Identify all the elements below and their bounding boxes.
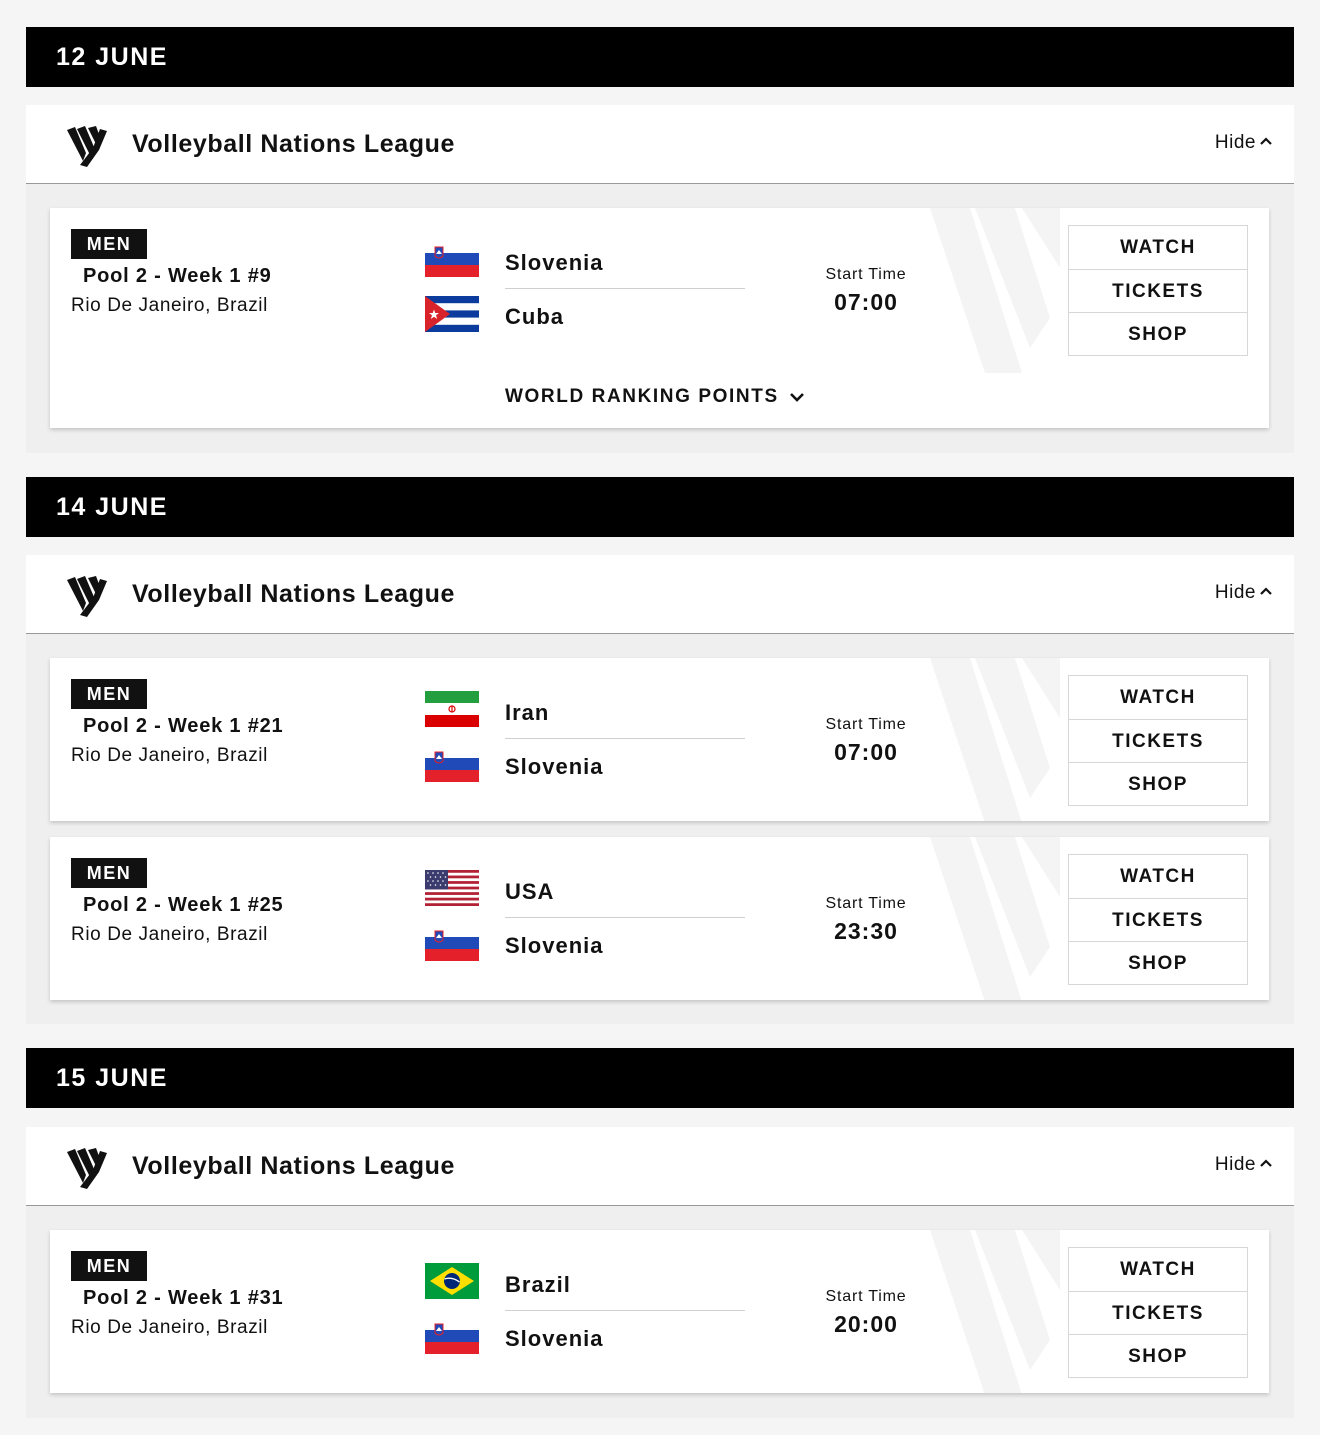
shop-button[interactable]: SHOP xyxy=(1069,762,1247,805)
match-venue: Rio De Janeiro, Brazil xyxy=(71,1317,268,1338)
iran-flag-icon xyxy=(425,691,479,727)
home-team-name: Slovenia xyxy=(505,250,604,275)
chevron-up-icon xyxy=(1260,137,1272,145)
vnl-watermark-icon xyxy=(930,837,1060,1000)
vnl-watermark-icon xyxy=(930,208,1060,373)
watch-button[interactable]: WATCH xyxy=(1069,676,1247,719)
chevron-up-icon xyxy=(1260,587,1272,595)
team-divider xyxy=(505,1310,745,1311)
away-team-name: Slovenia xyxy=(505,754,604,779)
day-header: 12 JUNE xyxy=(26,27,1294,87)
hide-button[interactable]: Hide xyxy=(1215,105,1272,181)
gender-badge: MEN xyxy=(71,679,147,709)
team-divider xyxy=(505,288,745,289)
start-time-label: Start Time xyxy=(825,716,907,733)
vnl-logo-icon xyxy=(67,126,107,167)
slovenia-flag-icon xyxy=(425,1318,479,1354)
competition-title: Volleyball Nations League xyxy=(132,130,455,158)
competition-title: Volleyball Nations League xyxy=(132,1152,455,1180)
watch-button[interactable]: WATCH xyxy=(1069,1248,1247,1291)
match-actions: WATCH TICKETS SHOP xyxy=(1068,675,1248,806)
match-pool: Pool 2 - Week 1 #21 xyxy=(83,715,284,737)
gender-badge: MEN xyxy=(71,858,147,888)
home-team-name: USA xyxy=(505,879,555,904)
vnl-watermark-icon xyxy=(930,1230,1060,1393)
home-team-name: Brazil xyxy=(505,1272,571,1297)
start-time-value: 07:00 xyxy=(834,739,898,765)
start-time-label: Start Time xyxy=(825,1288,907,1305)
tickets-button[interactable]: TICKETS xyxy=(1069,1291,1247,1334)
start-time-value: 20:00 xyxy=(834,1311,898,1337)
team-divider xyxy=(505,917,745,918)
competition-header: Volleyball Nations League Hide xyxy=(26,555,1294,634)
hide-label: Hide xyxy=(1214,1154,1256,1175)
vnl-logo-icon xyxy=(67,1148,107,1189)
watch-button[interactable]: WATCH xyxy=(1069,226,1247,269)
competition-header: Volleyball Nations League Hide xyxy=(26,105,1294,184)
match-venue: Rio De Janeiro, Brazil xyxy=(71,924,268,945)
world-ranking-points-toggle[interactable]: WORLD RANKING POINTS xyxy=(505,386,805,408)
tickets-button[interactable]: TICKETS xyxy=(1069,898,1247,941)
chevron-down-icon xyxy=(789,393,804,402)
match-card: MEN Pool 2 - Week 1 #25 Rio De Janeiro, … xyxy=(50,837,1269,1000)
shop-button[interactable]: SHOP xyxy=(1069,941,1247,984)
slovenia-flag-icon xyxy=(425,925,479,961)
away-team-name: Slovenia xyxy=(505,933,604,958)
match-venue: Rio De Janeiro, Brazil xyxy=(71,295,268,316)
slovenia-flag-icon xyxy=(425,241,479,277)
usa-flag-icon xyxy=(425,870,479,906)
team-divider xyxy=(505,738,745,739)
day-header: 14 JUNE xyxy=(26,477,1294,537)
watch-button[interactable]: WATCH xyxy=(1069,855,1247,898)
away-team-name: Slovenia xyxy=(505,1326,604,1351)
start-time-label: Start Time xyxy=(825,266,907,283)
vnl-logo-icon xyxy=(67,576,107,617)
start-time-label: Start Time xyxy=(825,895,907,912)
hide-label: Hide xyxy=(1214,132,1256,153)
away-team-name: Cuba xyxy=(505,304,564,329)
competition-title: Volleyball Nations League xyxy=(132,580,455,608)
start-time-value: 23:30 xyxy=(834,918,898,944)
competition-panel: Volleyball Nations League Hide MEN Pool … xyxy=(26,1127,1294,1418)
gender-badge: MEN xyxy=(71,1251,147,1281)
match-pool: Pool 2 - Week 1 #31 xyxy=(83,1287,284,1309)
match-pool: Pool 2 - Week 1 #9 xyxy=(83,265,272,287)
day-header: 15 JUNE xyxy=(26,1048,1294,1108)
match-card: MEN Pool 2 - Week 1 #21 Rio De Janeiro, … xyxy=(50,658,1269,821)
shop-button[interactable]: SHOP xyxy=(1069,312,1247,355)
slovenia-flag-icon xyxy=(425,746,479,782)
start-time-value: 07:00 xyxy=(834,289,898,315)
match-actions: WATCH TICKETS SHOP xyxy=(1068,1247,1248,1378)
match-actions: WATCH TICKETS SHOP xyxy=(1068,225,1248,356)
competition-header: Volleyball Nations League Hide xyxy=(26,1127,1294,1206)
shop-button[interactable]: SHOP xyxy=(1069,1334,1247,1377)
match-pool: Pool 2 - Week 1 #25 xyxy=(83,894,284,916)
tickets-button[interactable]: TICKETS xyxy=(1069,269,1247,312)
cuba-flag-icon xyxy=(425,296,479,332)
hide-button[interactable]: Hide xyxy=(1215,555,1272,631)
competition-panel: Volleyball Nations League Hide MEN Pool … xyxy=(26,555,1294,1024)
brazil-flag-icon xyxy=(425,1263,479,1299)
match-actions: WATCH TICKETS SHOP xyxy=(1068,854,1248,985)
match-card: MEN Pool 2 - Week 1 #31 Rio De Janeiro, … xyxy=(50,1230,1269,1393)
world-ranking-points-label: WORLD RANKING POINTS xyxy=(505,386,779,407)
hide-label: Hide xyxy=(1214,582,1256,603)
gender-badge: MEN xyxy=(71,229,147,259)
chevron-up-icon xyxy=(1260,1159,1272,1167)
match-card: MEN Pool 2 - Week 1 #9 Rio De Janeiro, B… xyxy=(50,208,1269,428)
hide-button[interactable]: Hide xyxy=(1215,1127,1272,1203)
home-team-name: Iran xyxy=(505,700,550,725)
tickets-button[interactable]: TICKETS xyxy=(1069,719,1247,762)
competition-panel: Volleyball Nations League Hide MEN Pool … xyxy=(26,105,1294,453)
match-venue: Rio De Janeiro, Brazil xyxy=(71,745,268,766)
vnl-watermark-icon xyxy=(930,658,1060,821)
